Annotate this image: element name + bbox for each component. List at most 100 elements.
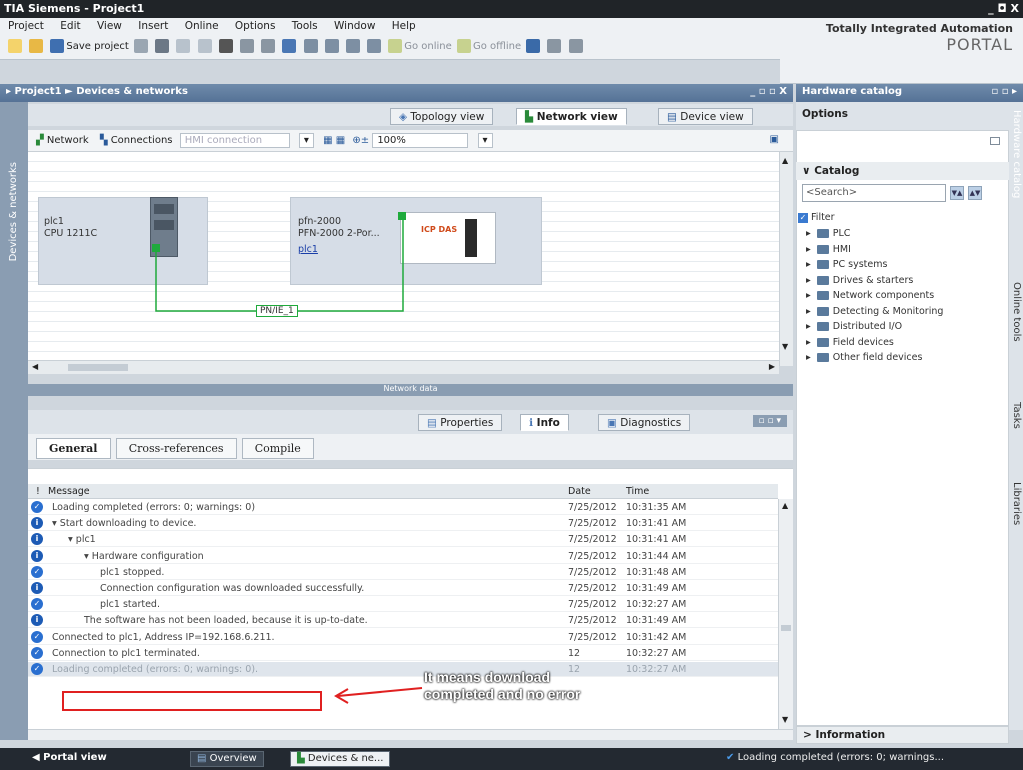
cross-reference-icon[interactable] xyxy=(547,39,562,53)
message-row[interactable]: ✓ Connection to plc1 terminated. 12 10:32:2… xyxy=(28,646,778,661)
message-row[interactable]: i The software has not been loaded, becau… xyxy=(28,613,778,629)
zoom-select[interactable]: 100% xyxy=(372,133,469,148)
expand-arrow-icon[interactable]: ▸ xyxy=(806,290,811,301)
connection-type-select[interactable]: HMI connection xyxy=(179,133,290,148)
go-online-button[interactable]: Go online xyxy=(386,39,452,53)
tab-hardware-catalog[interactable]: Hardware catalog xyxy=(1011,110,1022,198)
catalog-item[interactable]: ▸ Network components xyxy=(806,290,934,301)
scroll-right-icon[interactable]: ▶ xyxy=(769,362,775,371)
connection-type-dropdown-icon[interactable]: ▾ xyxy=(298,133,314,148)
save-project-button[interactable]: Save project xyxy=(48,39,129,53)
copy-icon[interactable] xyxy=(176,39,191,53)
horizontal-scroll-thumb[interactable] xyxy=(68,364,128,371)
device-config-icon[interactable] xyxy=(367,39,382,53)
message-horizontal-scrollbar[interactable] xyxy=(28,729,793,740)
header-message[interactable]: Message xyxy=(48,486,90,497)
devices-networks-taskbar-button[interactable]: ▙ Devices & ne... xyxy=(290,751,391,767)
catalog-collapse-icon[interactable]: ∨ xyxy=(802,165,814,177)
go-offline-button[interactable]: Go offline xyxy=(455,39,521,53)
expand-arrow-icon[interactable]: ▸ xyxy=(806,352,811,363)
left-strip-label[interactable]: Devices & networks xyxy=(8,162,19,261)
expand-arrow-icon[interactable]: ▸ xyxy=(806,259,811,270)
tab-general[interactable]: General xyxy=(36,438,111,459)
catalog-pane-toggle-icon[interactable] xyxy=(990,137,1000,145)
compile-icon[interactable] xyxy=(282,39,297,53)
tab-device-view[interactable]: ▤ Device view xyxy=(658,108,753,125)
catalog-item[interactable]: ▸ Field devices xyxy=(806,337,894,348)
menu-online[interactable]: Online xyxy=(185,20,219,32)
subnet-label[interactable]: PN/IE_1 xyxy=(256,305,298,317)
overview-button[interactable]: ▤ Overview xyxy=(190,751,264,767)
catalog-search-input[interactable]: <Search> xyxy=(802,184,946,202)
canvas-horizontal-scrollbar[interactable]: ◀ ▶ xyxy=(28,360,779,374)
tab-online-tools[interactable]: Online tools xyxy=(1011,282,1022,342)
catalog-item[interactable]: ▸ PLC xyxy=(806,228,850,239)
message-row[interactable]: ✓ Connected to plc1, Address IP=192.168.6… xyxy=(28,630,778,645)
tab-compile[interactable]: Compile xyxy=(241,438,314,459)
tab-network-view[interactable]: ▙ Network view xyxy=(516,108,627,125)
scroll-left-icon[interactable]: ◀ xyxy=(32,362,38,371)
portal-view-button[interactable]: ◀ Portal view xyxy=(26,751,113,767)
information-expand-icon[interactable]: > xyxy=(803,729,815,741)
task-card-controls[interactable]: ▫ ▫ ▸ xyxy=(991,86,1017,97)
cut-icon[interactable] xyxy=(155,39,170,53)
network-button[interactable]: ▞ Network xyxy=(36,135,89,146)
profinet-subnet-lines[interactable] xyxy=(28,152,779,360)
window-controls[interactable]: _ ◘ X xyxy=(988,2,1019,15)
catalog-item[interactable]: ▸ Distributed I/O xyxy=(806,321,902,332)
delete-icon[interactable] xyxy=(218,39,233,53)
inspector-window-controls[interactable]: ▫ ▫ ▾ xyxy=(752,415,787,427)
network-data-splitter[interactable]: Network data xyxy=(28,384,793,396)
tab-diagnostics[interactable]: ▣ Diagnostics xyxy=(598,414,691,431)
menu-view[interactable]: View xyxy=(97,20,122,32)
filter-checkbox[interactable]: ✓ Filter xyxy=(798,212,835,223)
menu-help[interactable]: Help xyxy=(392,20,416,32)
menu-edit[interactable]: Edit xyxy=(60,20,80,32)
catalog-header[interactable]: ∨ Catalog xyxy=(796,162,1009,180)
menu-insert[interactable]: Insert xyxy=(138,20,168,32)
message-scroll-up-icon[interactable]: ▲ xyxy=(782,501,788,510)
tab-properties[interactable]: ▤ Properties xyxy=(418,414,503,431)
message-row[interactable]: i ▾ plc1 7/25/2012 10:31:41 AM xyxy=(28,532,778,548)
new-project-icon[interactable] xyxy=(8,39,22,53)
zoom-icon[interactable]: ⊕± xyxy=(352,135,372,146)
network-canvas[interactable]: plc1 CPU 1211C pfn-2000 PFN-2000 2-Por..… xyxy=(28,152,779,360)
open-project-icon[interactable] xyxy=(29,39,44,53)
header-time[interactable]: Time xyxy=(626,486,649,497)
message-row[interactable]: i Connection configuration was downloaded… xyxy=(28,581,778,596)
message-row[interactable]: i ▾ Hardware configuration 7/25/2012 10:31:… xyxy=(28,549,778,564)
expand-arrow-icon[interactable]: ▸ xyxy=(806,275,811,286)
left-project-strip[interactable]: Devices & networks xyxy=(0,102,28,740)
overview-navigation-icon[interactable]: ▣ xyxy=(770,134,779,145)
tab-libraries[interactable]: Libraries xyxy=(1011,482,1022,525)
grid-icon[interactable]: ▦ xyxy=(336,135,345,146)
expand-arrow-icon[interactable]: ▸ xyxy=(806,321,811,332)
header-date[interactable]: Date xyxy=(568,486,591,497)
download-icon[interactable] xyxy=(303,39,318,53)
editor-window-controls[interactable]: _ ▫ ▫ X xyxy=(750,86,787,97)
expand-arrow-icon[interactable]: ▸ xyxy=(806,306,811,317)
network-data-label[interactable]: Network data xyxy=(384,384,438,393)
simulation-icon[interactable] xyxy=(345,39,360,53)
catalog-item[interactable]: ▸ PC systems xyxy=(806,259,887,270)
header-sort-icon[interactable]: ! xyxy=(36,486,40,497)
menu-project[interactable]: Project xyxy=(8,20,44,32)
catalog-item[interactable]: ▸ HMI xyxy=(806,244,851,255)
canvas-vertical-scrollbar[interactable]: ▲ ▼ xyxy=(779,152,793,366)
show-addresses-icon[interactable]: ▦ xyxy=(323,135,336,146)
split-editor-icon[interactable] xyxy=(568,39,583,53)
scroll-down-icon[interactable]: ▼ xyxy=(782,342,788,351)
options-label[interactable]: Options xyxy=(802,108,848,120)
message-row[interactable]: ✓ Loading completed (errors: 0; warnings:… xyxy=(28,662,778,677)
zoom-dropdown-icon[interactable]: ▾ xyxy=(477,133,493,148)
accessible-devices-icon[interactable] xyxy=(526,39,541,53)
expand-arrow-icon[interactable]: ▸ xyxy=(806,244,811,255)
breadcrumb-section[interactable]: Devices & networks xyxy=(76,86,188,97)
message-row[interactable]: i ▾ Start downloading to device. 7/25/2012… xyxy=(28,516,778,532)
menu-options[interactable]: Options xyxy=(235,20,276,32)
tab-topology-view[interactable]: ◈ Topology view xyxy=(390,108,494,125)
redo-icon[interactable] xyxy=(261,39,276,53)
message-scroll-down-icon[interactable]: ▼ xyxy=(782,715,788,724)
breadcrumb-project[interactable]: Project1 xyxy=(15,86,62,97)
search-up-icon[interactable]: ▲▼ xyxy=(968,186,982,200)
